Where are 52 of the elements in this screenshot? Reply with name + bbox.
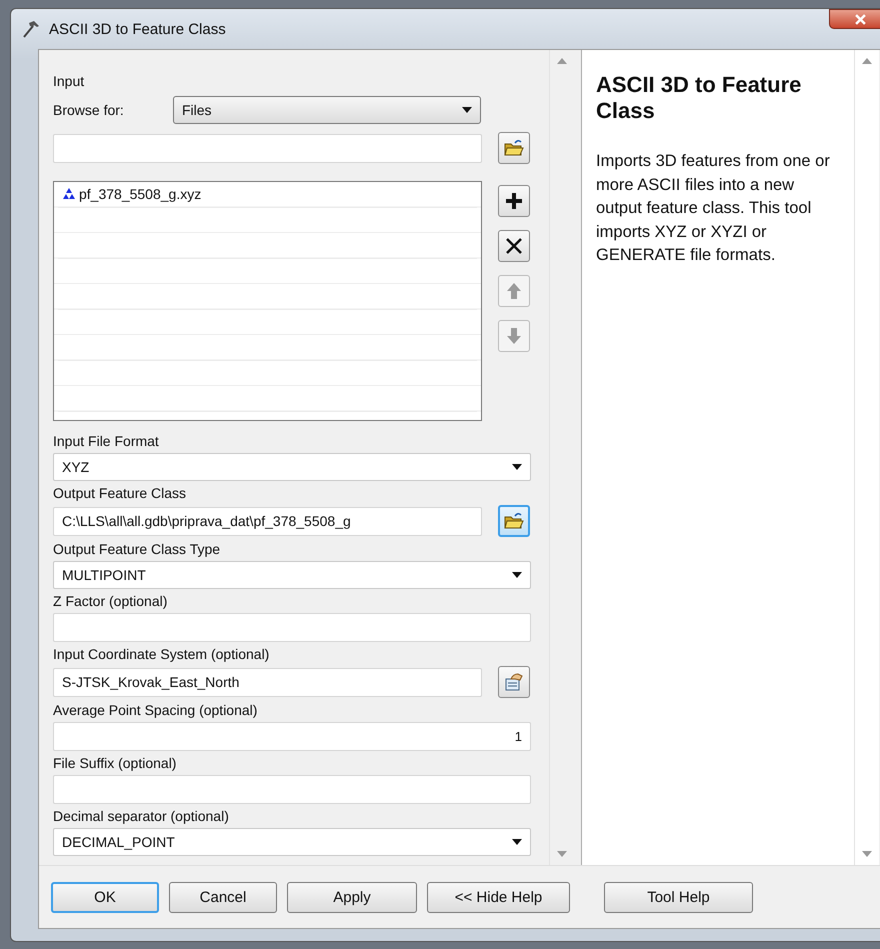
number-field[interactable]: 1 [53,722,531,751]
browse-button[interactable] [498,505,530,537]
up-arrow-icon [504,281,524,301]
close-icon [854,14,866,24]
section-label: Input [53,73,86,90]
open-button[interactable] [498,132,530,164]
properties-button[interactable] [498,666,530,698]
dropdown[interactable]: XYZ [53,453,531,481]
field-label: Input File Format [53,433,160,450]
field-label: Average Point Spacing (optional) [53,702,258,719]
x-icon [504,236,524,256]
dropdown[interactable]: Files [173,96,481,124]
file-name[interactable]: pf_378_5508_g.xyz [79,186,202,202]
path-field[interactable] [53,134,482,162]
dropdown-caret-icon [512,572,522,578]
text-field[interactable] [53,613,531,642]
field-label: Output Feature Class [53,485,188,502]
remove-button[interactable] [498,230,530,262]
field-label: Z Factor (optional) [53,593,168,610]
field-label: Browse for: [53,102,125,118]
scroll-down-icon[interactable] [556,851,566,857]
dialog-button[interactable]: << Hide Help [427,882,570,912]
open-folder-icon [504,138,524,158]
plus-icon [504,191,524,211]
dropdown[interactable]: DECIMAL_POINT [53,828,531,856]
field-label: Decimal separator (optional) [53,808,230,825]
hand-card-icon [504,672,524,692]
dialog-button[interactable]: OK [51,882,159,912]
scroll-up-icon[interactable] [862,58,872,64]
field-label: Output Feature Class Type [53,541,222,558]
help-title: ASCII 3D to Feature Class [596,72,802,124]
path-field[interactable]: C:\LLS\all\all.gdb\priprava_dat\pf_378_5508_g [53,506,482,536]
folder-icon [504,511,524,531]
dropdown[interactable]: MULTIPOINT [53,561,531,589]
dropdown-caret-icon [462,107,472,113]
text-field[interactable]: S-JTSK_Krovak_East_North [53,668,482,696]
dropdown-caret-icon [512,839,522,845]
dropdown-caret-icon [512,464,522,470]
scroll-down-icon[interactable] [862,851,872,857]
add-button[interactable] [498,185,530,217]
field-label: Input Coordinate System (optional) [53,646,270,663]
dialog-button[interactable]: Tool Help [604,882,753,912]
dialog-button[interactable]: Cancel [169,882,277,912]
close-button[interactable] [829,9,880,29]
field-label: File Suffix (optional) [53,755,178,772]
text-field[interactable] [53,775,531,804]
window-title: ASCII 3D to Feature Class [49,20,226,38]
help-text: Imports 3D features from one or more ASCII files into a new output feature class. This tool imports XYZ or XYZI or GENERATE file formats. [596,151,831,266]
scroll-up-icon[interactable] [556,58,566,64]
down-arrow-icon [504,326,524,346]
dialog-button[interactable]: Apply [287,882,417,912]
hammer-icon [21,19,41,39]
